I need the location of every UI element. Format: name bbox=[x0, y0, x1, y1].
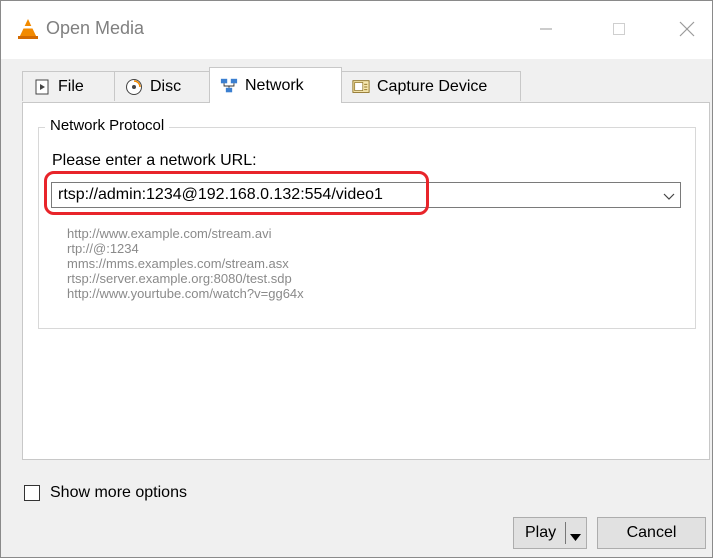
tab-disc-label: Disc bbox=[150, 77, 182, 95]
dropdown-arrow-icon[interactable] bbox=[570, 529, 581, 541]
example-url: rtp://@:1234 bbox=[67, 241, 139, 256]
split-separator bbox=[565, 522, 566, 544]
example-url: http://www.example.com/stream.avi bbox=[67, 226, 272, 241]
open-media-window: Open Media File Disc Network Capture Dev… bbox=[0, 0, 713, 558]
play-button-label: Play bbox=[525, 524, 557, 541]
title-bar[interactable]: Open Media bbox=[1, 1, 712, 59]
tab-network-label: Network bbox=[245, 76, 304, 94]
tab-strip: File Disc Network Capture Device bbox=[22, 67, 712, 103]
network-url-combobox[interactable]: rtsp://admin:1234@192.168.0.132:554/vide… bbox=[51, 182, 681, 208]
network-protocol-group: Network Protocol Please enter a network … bbox=[38, 117, 696, 329]
chevron-down-icon[interactable] bbox=[662, 189, 676, 203]
vlc-cone-icon bbox=[17, 18, 39, 40]
tab-disc[interactable]: Disc bbox=[114, 71, 211, 101]
example-url: rtsp://server.example.org:8080/test.sdp bbox=[67, 271, 292, 286]
group-label: Network Protocol bbox=[45, 117, 170, 134]
show-more-options[interactable]: Show more options bbox=[24, 484, 187, 502]
example-url: mms://mms.examples.com/stream.asx bbox=[67, 256, 289, 271]
tab-network[interactable]: Network bbox=[209, 67, 342, 103]
tab-file-label: File bbox=[58, 77, 84, 95]
network-url-input[interactable]: rtsp://admin:1234@192.168.0.132:554/vide… bbox=[58, 186, 383, 204]
disc-icon bbox=[125, 78, 143, 96]
capture-device-icon bbox=[352, 78, 370, 96]
show-more-options-label[interactable]: Show more options bbox=[50, 484, 187, 502]
url-prompt: Please enter a network URL: bbox=[52, 152, 257, 169]
network-icon bbox=[220, 77, 238, 95]
tab-file[interactable]: File bbox=[22, 71, 116, 101]
file-play-icon bbox=[33, 78, 51, 96]
example-url: http://www.yourtube.com/watch?v=gg64x bbox=[67, 286, 304, 301]
cancel-button[interactable]: Cancel bbox=[597, 517, 706, 549]
network-panel: Network Protocol Please enter a network … bbox=[22, 102, 710, 460]
tab-capture-device-label: Capture Device bbox=[377, 77, 488, 95]
url-examples: http://www.example.com/stream.avi rtp://… bbox=[67, 226, 304, 301]
tab-capture-device[interactable]: Capture Device bbox=[341, 71, 521, 101]
maximize-button[interactable] bbox=[599, 13, 639, 45]
play-button[interactable]: Play bbox=[513, 517, 587, 549]
window-title: Open Media bbox=[46, 18, 145, 38]
show-more-options-checkbox[interactable] bbox=[24, 485, 40, 501]
close-button[interactable] bbox=[667, 13, 707, 45]
minimize-button[interactable] bbox=[526, 13, 566, 45]
